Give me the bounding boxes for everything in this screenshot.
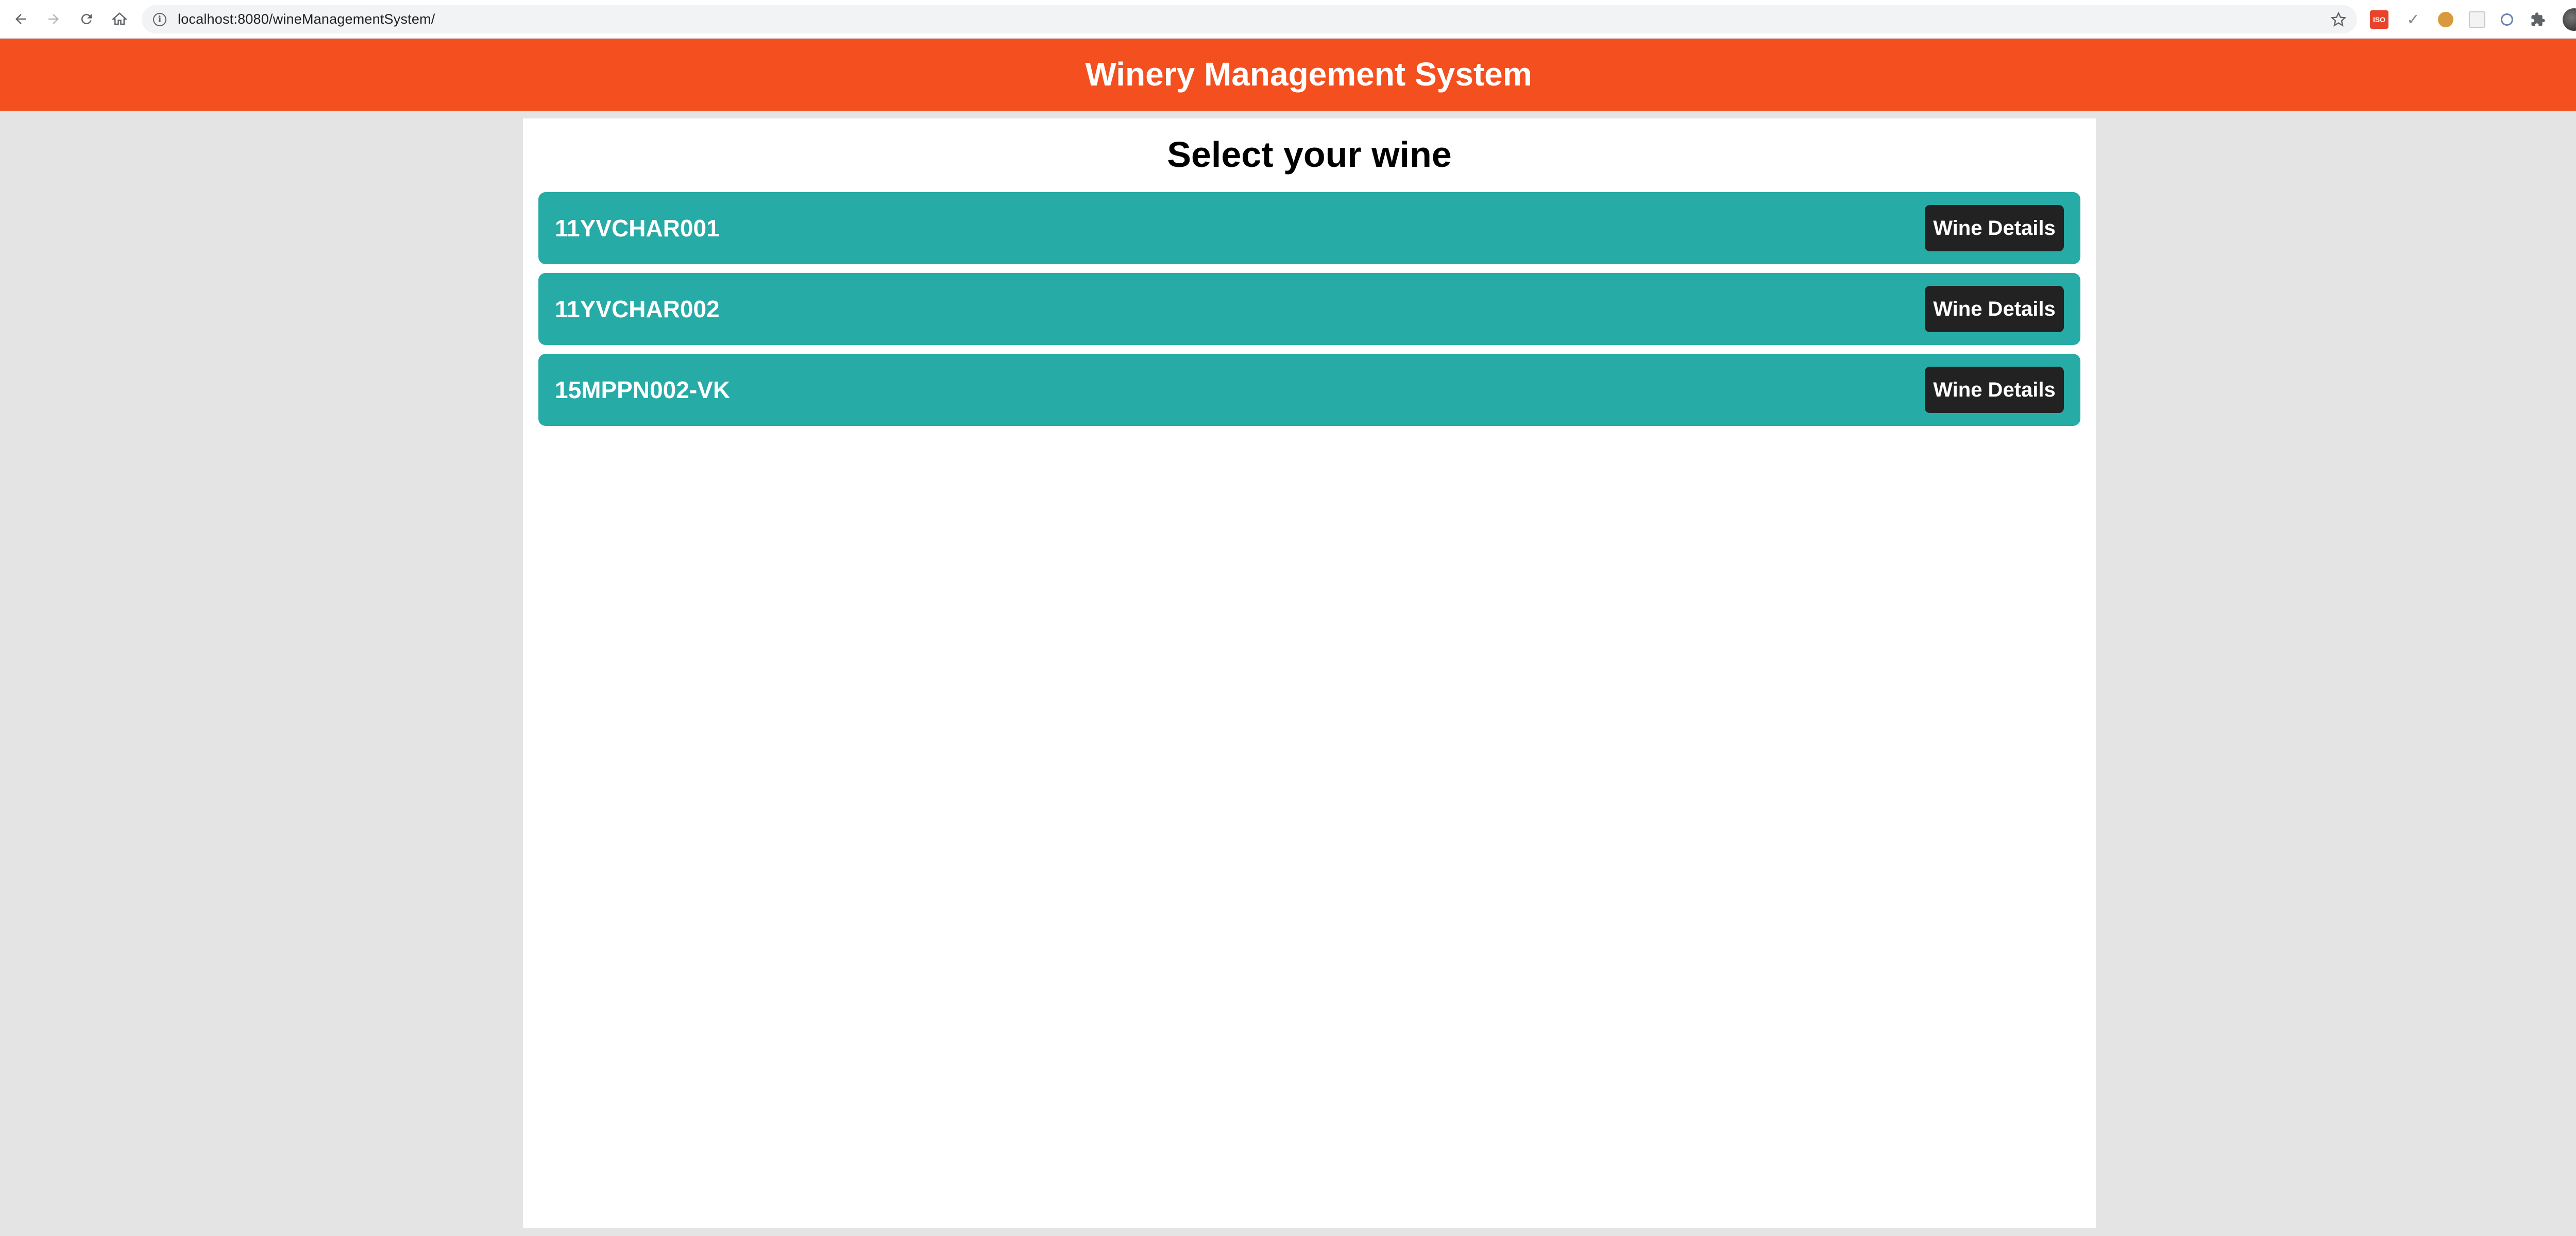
extensions-area: ISO ✓ ⋮ <box>2370 7 2576 32</box>
wine-details-button[interactable]: Wine Details <box>1925 367 2064 413</box>
url-text[interactable]: localhost:8080/wineManagementSystem/ <box>178 11 435 27</box>
circle-extension-icon[interactable] <box>2501 13 2513 26</box>
iso-extension-icon[interactable]: ISO <box>2370 10 2388 29</box>
back-arrow-icon[interactable] <box>9 8 32 30</box>
address-bar[interactable]: i localhost:8080/wineManagementSystem/ <box>142 5 2357 33</box>
wine-name: 15MPPN002-VK <box>555 376 731 403</box>
puzzle-icon[interactable] <box>2529 10 2547 29</box>
wine-details-button[interactable]: Wine Details <box>1925 286 2064 332</box>
forward-arrow-icon[interactable] <box>42 8 65 30</box>
app-header: Winery Management System <box>0 39 2576 111</box>
app-title: Winery Management System <box>1085 56 1532 93</box>
star-icon[interactable] <box>2330 11 2347 28</box>
wine-details-button[interactable]: Wine Details <box>1925 205 2064 251</box>
wine-row: 11YVCHAR001 Wine Details <box>538 192 2080 264</box>
info-icon[interactable]: i <box>153 12 166 26</box>
cookie-extension-icon[interactable] <box>2438 12 2453 27</box>
main-panel: Select your wine 11YVCHAR001 Wine Detail… <box>523 118 2096 1228</box>
square-extension-icon[interactable] <box>2469 11 2485 28</box>
wine-name: 11YVCHAR002 <box>555 296 720 322</box>
iso-extension-label: ISO <box>2372 15 2386 24</box>
wine-name: 11YVCHAR001 <box>555 215 720 242</box>
page-title: Select your wine <box>1167 134 1452 175</box>
wine-row: 15MPPN002-VK Wine Details <box>538 354 2080 426</box>
wine-row: 11YVCHAR002 Wine Details <box>538 273 2080 345</box>
reload-icon[interactable] <box>75 8 98 30</box>
profile-avatar[interactable] <box>2563 8 2576 31</box>
browser-toolbar: i localhost:8080/wineManagementSystem/ I… <box>0 0 2576 39</box>
wine-list: 11YVCHAR001 Wine Details 11YVCHAR002 Win… <box>538 192 2080 435</box>
v-extension-icon[interactable]: ✓ <box>2404 10 2422 29</box>
home-icon[interactable] <box>108 8 131 30</box>
